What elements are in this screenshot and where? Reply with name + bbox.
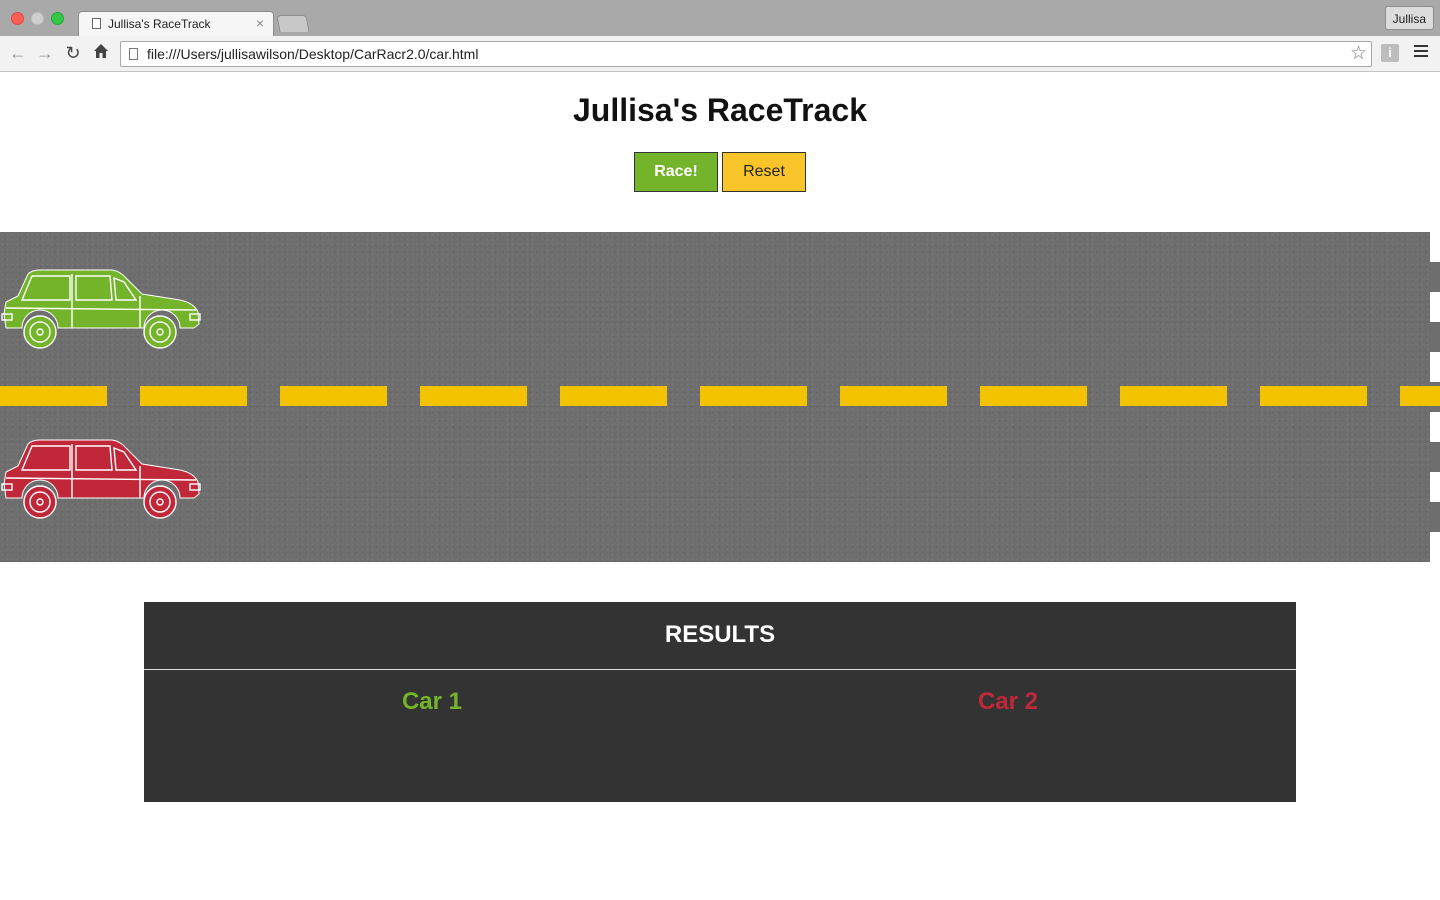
back-arrow-icon[interactable]: ← <box>8 43 28 63</box>
forward-arrow-icon[interactable]: → <box>35 43 55 63</box>
hamburger-menu-icon[interactable] <box>1414 45 1428 60</box>
lane-dash <box>1120 386 1227 406</box>
results-panel: RESULTS Car 1 Car 2 <box>144 602 1296 802</box>
page-icon <box>129 48 138 60</box>
lane-dash <box>980 386 1087 406</box>
reload-icon[interactable]: ↻ <box>63 43 83 63</box>
lane-dash <box>700 386 807 406</box>
home-icon[interactable] <box>91 43 111 63</box>
result-car-2: Car 2 <box>977 688 1039 715</box>
reset-button[interactable]: Reset <box>722 152 806 192</box>
race-button[interactable]: Race! <box>634 152 718 192</box>
tab-title: Jullisa's RaceTrack <box>108 17 211 31</box>
address-bar[interactable]: file:///Users/jullisawilson/Desktop/CarR… <box>120 41 1372 67</box>
browser-tab[interactable]: Jullisa's RaceTrack × <box>78 11 274 37</box>
lane-dash <box>280 386 387 406</box>
results-title: RESULTS <box>144 602 1296 670</box>
info-icon[interactable]: i <box>1381 44 1399 62</box>
lane-dash <box>0 386 107 406</box>
car-2 <box>1 439 201 519</box>
close-window-button[interactable] <box>11 12 24 25</box>
browser-title-bar: Jullisa's RaceTrack × Jullisa <box>0 0 1440 37</box>
profile-button[interactable]: Jullisa <box>1384 6 1434 30</box>
lane-dash <box>420 386 527 406</box>
tab-close-icon[interactable]: × <box>256 15 264 31</box>
minimize-window-button[interactable] <box>31 12 44 25</box>
browser-toolbar: ← → ↻ file:///Users/jullisawilson/Deskto… <box>0 36 1440 72</box>
lane-dash <box>560 386 667 406</box>
lane-dash <box>840 386 947 406</box>
new-tab-button[interactable] <box>276 15 310 32</box>
lane-dash <box>140 386 247 406</box>
zoom-window-button[interactable] <box>51 12 64 25</box>
page-title: Jullisa's RaceTrack <box>572 92 868 128</box>
car-1 <box>1 269 201 349</box>
result-car-1: Car 1 <box>401 688 463 715</box>
star-icon[interactable]: ☆ <box>1350 42 1367 65</box>
url-text[interactable]: file:///Users/jullisawilson/Desktop/CarR… <box>147 46 478 62</box>
lane-dash <box>1400 386 1440 406</box>
document-icon <box>92 18 101 29</box>
lane-dash <box>1260 386 1367 406</box>
